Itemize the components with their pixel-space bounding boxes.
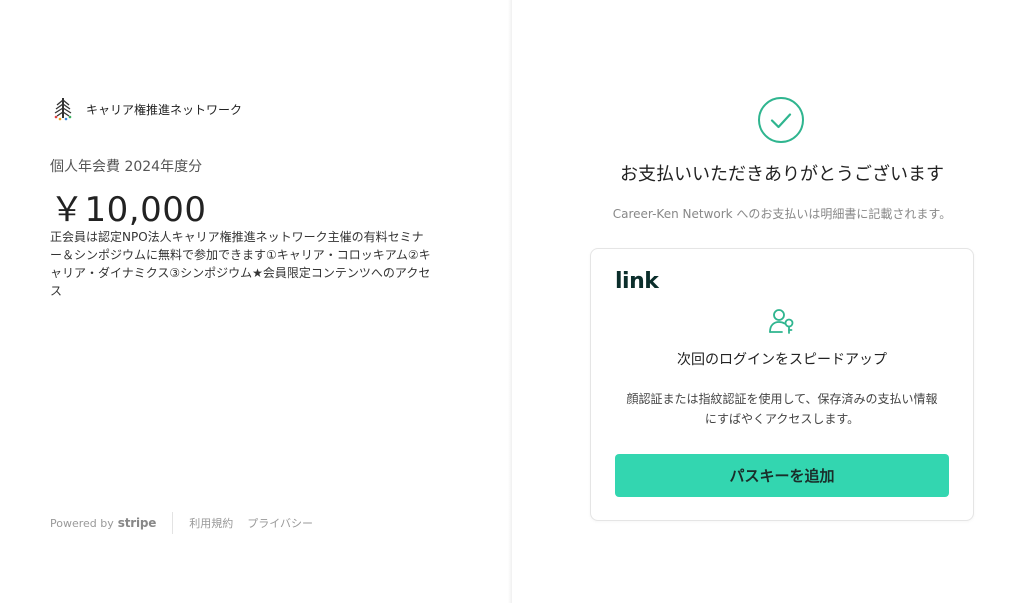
link-logo: link	[615, 269, 659, 294]
footer: Powered by stripe 利用規約 プライバシー	[50, 512, 327, 534]
card-description: 顔認証または指紋認証を使用して、保存済みの支払い情報にすばやくアクセスします。	[626, 392, 938, 426]
statement-note: Career-Ken Network へのお支払いは明細書に記載されます。	[612, 207, 952, 221]
check-circle-icon	[757, 96, 805, 144]
powered-by-label: Powered by	[50, 516, 114, 530]
powered-by-stripe-link[interactable]: Powered by stripe	[50, 516, 156, 530]
privacy-link[interactable]: プライバシー	[247, 515, 313, 531]
merchant-name: キャリア権推進ネットワーク	[86, 102, 243, 117]
thank-you-heading: お支払いいただきありがとうございます	[620, 164, 944, 185]
product-title: 個人年会費 2024年度分	[50, 159, 203, 175]
price-amount: ￥10,000	[50, 190, 207, 230]
tree-logo-icon	[50, 96, 76, 122]
card-title: 次回のログインをスピードアップ	[677, 352, 887, 368]
add-passkey-button[interactable]: パスキーを追加	[615, 454, 949, 497]
order-summary-panel: キャリア権推進ネットワーク 個人年会費 2024年度分 ￥10,000 正会員は…	[0, 0, 510, 603]
merchant-header: キャリア権推進ネットワーク	[50, 96, 242, 122]
footer-divider	[172, 512, 174, 534]
terms-link[interactable]: 利用規約	[189, 515, 233, 531]
product-description: 正会員は認定NPO法人キャリア権推進ネットワーク主催の有料セミナー＆シンポジウム…	[50, 230, 431, 298]
stripe-logo: stripe	[117, 516, 157, 530]
user-key-icon	[768, 307, 796, 335]
link-passkey-card: link 次回のログインをスピードアップ 顔認証または指紋認証を使用して、保存済…	[590, 248, 974, 521]
